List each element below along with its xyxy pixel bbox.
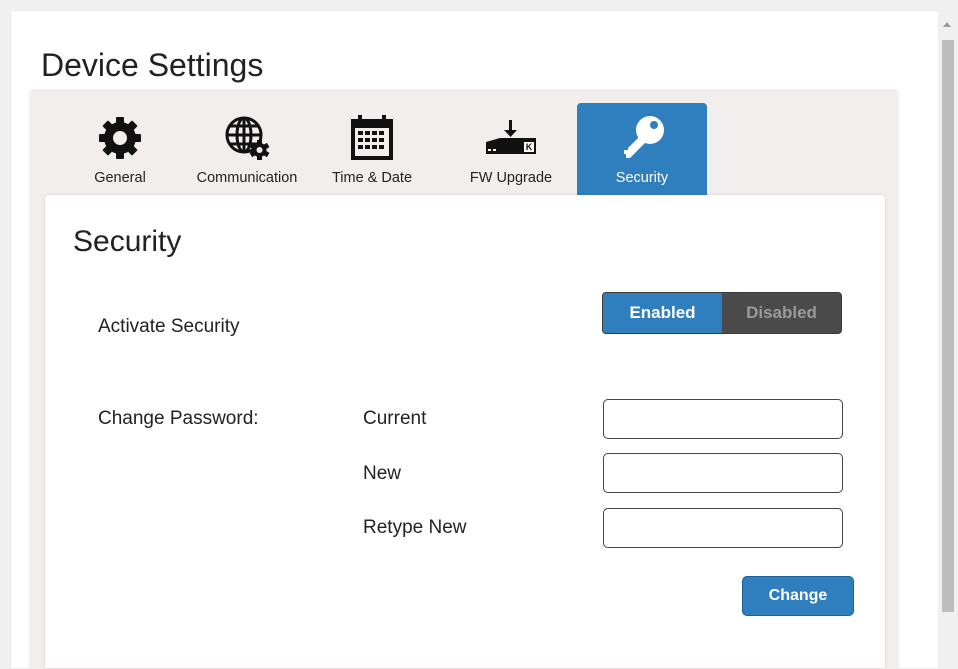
security-toggle[interactable]: Enabled Disabled bbox=[602, 292, 842, 334]
key-icon bbox=[577, 111, 707, 165]
tab-time-date-label: Time & Date bbox=[331, 170, 413, 186]
activate-security-label: Activate Security bbox=[98, 316, 240, 337]
scroll-up-icon[interactable] bbox=[943, 22, 951, 27]
retype-password-input[interactable] bbox=[603, 508, 843, 548]
tab-time-date[interactable]: Time & Date bbox=[322, 103, 422, 195]
current-password-label: Current bbox=[363, 408, 427, 429]
tab-communication[interactable]: Communication bbox=[182, 103, 312, 195]
current-password-input[interactable] bbox=[603, 399, 843, 439]
vertical-scrollbar[interactable] bbox=[938, 0, 958, 668]
scroll-thumb[interactable] bbox=[942, 40, 954, 612]
gear-icon bbox=[68, 111, 172, 165]
tab-general-label: General bbox=[94, 170, 146, 186]
tab-security-label: Security bbox=[615, 170, 669, 186]
change-password-label: Change Password: bbox=[98, 408, 259, 429]
calendar-icon bbox=[322, 111, 422, 165]
page-title: Device Settings bbox=[41, 47, 264, 83]
browser-viewport: Device Settings General Communication Ti… bbox=[0, 0, 958, 669]
toggle-enabled[interactable]: Enabled bbox=[603, 293, 722, 333]
globe-gear-icon bbox=[182, 111, 312, 165]
tab-communication-label: Communication bbox=[196, 170, 298, 186]
security-panel: Security Activate Security Enabled Disab… bbox=[45, 195, 885, 668]
retype-password-label: Retype New bbox=[363, 517, 467, 538]
tab-security[interactable]: Security bbox=[577, 103, 707, 195]
tab-general[interactable]: General bbox=[68, 103, 172, 195]
tab-fw-upgrade-label: FW Upgrade bbox=[469, 170, 553, 186]
new-password-input[interactable] bbox=[603, 453, 843, 493]
firmware-download-icon: K bbox=[450, 111, 572, 165]
section-title: Security bbox=[73, 225, 182, 258]
change-button[interactable]: Change bbox=[742, 576, 854, 616]
tab-fw-upgrade[interactable]: K FW Upgrade bbox=[450, 103, 572, 195]
toggle-disabled[interactable]: Disabled bbox=[722, 293, 841, 333]
svg-text:K: K bbox=[526, 142, 533, 152]
new-password-label: New bbox=[363, 463, 402, 484]
